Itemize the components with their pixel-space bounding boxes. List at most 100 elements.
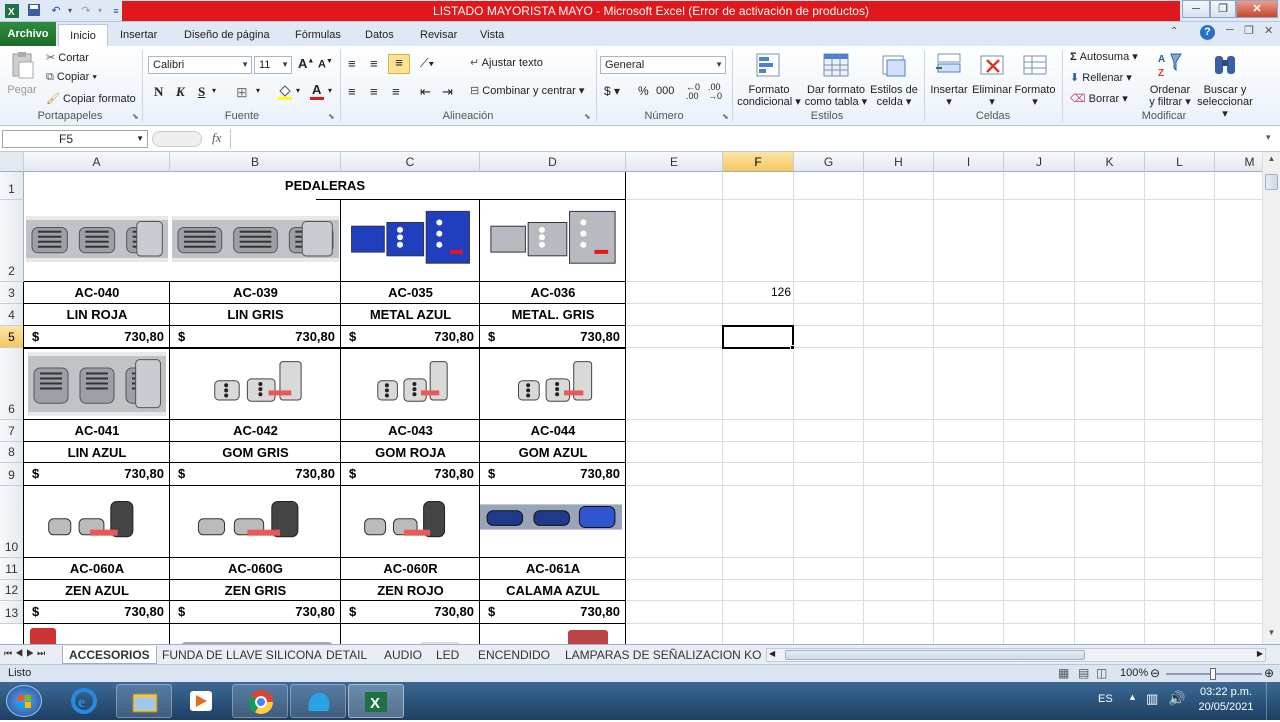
align-top-icon[interactable]: ≡ bbox=[348, 56, 356, 71]
column-header-i[interactable]: I bbox=[934, 152, 1004, 172]
sheet-nav-icons[interactable]: ⏮◀▶⏭ bbox=[4, 648, 48, 659]
bold-button[interactable]: N bbox=[154, 84, 163, 100]
taskbar-ie[interactable]: e bbox=[56, 684, 112, 718]
taskbar-chrome[interactable] bbox=[232, 684, 288, 718]
close-button[interactable]: ✕ bbox=[1236, 0, 1278, 18]
fill-color-dropdown-icon[interactable]: ▾ bbox=[296, 86, 300, 95]
grow-font-button[interactable]: A▲ bbox=[298, 56, 314, 71]
taskbar-media[interactable] bbox=[174, 684, 230, 718]
sheet-tab-detail[interactable]: DETAIL bbox=[320, 646, 373, 664]
help-icon[interactable]: ? bbox=[1200, 25, 1215, 40]
underline-dropdown-icon[interactable]: ▾ bbox=[212, 86, 216, 95]
row-header-8[interactable]: 8 bbox=[0, 442, 24, 463]
clock-time[interactable]: 03:22 p.m. bbox=[1196, 686, 1256, 698]
row-header-9[interactable]: 9 bbox=[0, 463, 24, 486]
selected-cell-f5[interactable] bbox=[722, 325, 794, 349]
align-bottom-icon[interactable]: ≡ bbox=[388, 54, 410, 74]
scroll-left-icon[interactable]: ◀ bbox=[769, 649, 775, 658]
align-right-icon[interactable]: ≡ bbox=[392, 84, 400, 99]
show-desktop-button[interactable] bbox=[1266, 682, 1280, 720]
scroll-right-icon[interactable]: ▶ bbox=[1257, 649, 1263, 658]
scroll-up-icon[interactable]: ▲ bbox=[1265, 154, 1278, 167]
tab-revisar[interactable]: Revisar bbox=[416, 24, 461, 46]
scroll-thumb[interactable] bbox=[1265, 174, 1278, 190]
font-name-combo[interactable]: Calibri ▼ bbox=[148, 56, 252, 74]
taskbar-explorer[interactable] bbox=[116, 684, 172, 718]
network-icon[interactable]: ▥ bbox=[1146, 691, 1158, 707]
merge-center-button[interactable]: ⊟ Combinar y centrar ▾ bbox=[470, 84, 584, 97]
font-color-dropdown-icon[interactable]: ▾ bbox=[328, 86, 332, 95]
paste-button[interactable]: Pegar bbox=[4, 50, 40, 96]
autosum-button[interactable]: Σ Autosuma ▾ bbox=[1070, 50, 1138, 63]
tab-diseno-pagina[interactable]: Diseño de página bbox=[180, 24, 274, 46]
row-header-1[interactable]: 1 bbox=[0, 172, 24, 200]
fill-button[interactable]: ⬇ Rellenar ▾ bbox=[1070, 71, 1132, 84]
format-as-table-button[interactable]: Dar formato como tabla ▾ bbox=[804, 50, 868, 108]
alignment-launcher-icon[interactable]: ⬊ bbox=[584, 112, 591, 121]
increase-indent-icon[interactable]: ⇥ bbox=[442, 84, 453, 100]
align-center-icon[interactable]: ≡ bbox=[370, 84, 378, 99]
decrease-indent-icon[interactable]: ⇤ bbox=[420, 84, 431, 100]
increase-decimal-icon[interactable]: ←0.00 bbox=[686, 83, 700, 101]
column-header-a[interactable]: A bbox=[24, 152, 170, 172]
doc-close-icon[interactable]: ✕ bbox=[1264, 24, 1273, 37]
column-header-b[interactable]: B bbox=[170, 152, 341, 172]
formula-input[interactable] bbox=[230, 129, 1262, 149]
conditional-format-button[interactable]: Formato condicional ▾ bbox=[734, 50, 804, 108]
column-header-j[interactable]: J bbox=[1004, 152, 1075, 172]
row-header-13[interactable]: 13 bbox=[0, 601, 24, 624]
format-painter-button[interactable]: 🖌 Copiar formato bbox=[46, 92, 136, 105]
tab-datos[interactable]: Datos bbox=[361, 24, 398, 46]
underline-button[interactable]: S bbox=[198, 84, 205, 100]
volume-icon[interactable]: 🔊 bbox=[1168, 690, 1185, 707]
horizontal-scrollbar[interactable]: ◀ ▶ bbox=[766, 648, 1266, 662]
maximize-button[interactable]: ❐ bbox=[1210, 0, 1236, 18]
italic-button[interactable]: K bbox=[176, 84, 185, 100]
start-button[interactable] bbox=[6, 685, 42, 717]
doc-restore-icon[interactable]: ❐ bbox=[1244, 24, 1254, 37]
expand-formula-icon[interactable]: ▾ bbox=[1266, 132, 1271, 143]
doc-minimize-icon[interactable]: ─ bbox=[1226, 24, 1234, 36]
cell-f3[interactable]: 126 bbox=[723, 285, 791, 299]
minimize-button[interactable]: ─ bbox=[1182, 0, 1210, 18]
vertical-scrollbar[interactable]: ▲ ▼ bbox=[1262, 152, 1280, 644]
cell-styles-button[interactable]: Estilos de celda ▾ bbox=[868, 50, 920, 108]
sheet-tab-funda[interactable]: FUNDA DE LLAVE SILICONA bbox=[156, 646, 328, 664]
name-box[interactable]: F5 ▼ bbox=[2, 130, 148, 148]
number-format-combo[interactable]: General ▼ bbox=[600, 56, 726, 74]
column-header-f[interactable]: F bbox=[723, 152, 794, 172]
column-header-d[interactable]: D bbox=[480, 152, 626, 172]
row-header-6[interactable]: 6 bbox=[0, 348, 24, 420]
row-header-11[interactable]: 11 bbox=[0, 558, 24, 580]
save-icon[interactable] bbox=[26, 3, 42, 19]
zoom-in-icon[interactable]: ⊕ bbox=[1264, 666, 1274, 680]
taskbar-app-blue[interactable] bbox=[290, 684, 346, 718]
orientation-icon[interactable]: ⟋▾ bbox=[420, 56, 434, 71]
page-layout-icon[interactable]: ▤ bbox=[1078, 666, 1089, 680]
decrease-decimal-icon[interactable]: .00 →0 bbox=[708, 83, 722, 101]
clock-date[interactable]: 20/05/2021 bbox=[1196, 701, 1256, 713]
row-header-12[interactable]: 12 bbox=[0, 580, 24, 601]
clipboard-launcher-icon[interactable]: ⬊ bbox=[132, 112, 139, 121]
row-header-10[interactable]: 10 bbox=[0, 486, 24, 558]
format-cells-button[interactable]: Formato ▾ bbox=[1012, 50, 1058, 108]
font-color-button[interactable]: A bbox=[308, 82, 326, 103]
taskbar-excel[interactable]: X bbox=[348, 684, 404, 718]
tab-vista[interactable]: Vista bbox=[476, 24, 508, 46]
column-header-h[interactable]: H bbox=[864, 152, 934, 172]
borders-dropdown-icon[interactable]: ▾ bbox=[256, 86, 260, 95]
collapse-ribbon-icon[interactable]: ⌃ bbox=[1170, 26, 1178, 37]
insert-function-button[interactable]: fx bbox=[212, 130, 221, 146]
zoom-out-icon[interactable]: ⊖ bbox=[1150, 666, 1160, 680]
tab-insertar[interactable]: Insertar bbox=[116, 24, 161, 46]
fill-color-button[interactable] bbox=[276, 82, 294, 103]
delete-cells-button[interactable]: Eliminar ▾ bbox=[970, 50, 1014, 108]
sheet-tab-led[interactable]: LED bbox=[430, 646, 465, 664]
tab-inicio[interactable]: Inicio bbox=[58, 24, 108, 46]
copy-button[interactable]: ⧉ Copiar ▾ bbox=[46, 71, 97, 84]
font-launcher-icon[interactable]: ⬊ bbox=[328, 112, 335, 121]
borders-icon[interactable]: ⊞ bbox=[236, 84, 248, 101]
sheet-tab-accesorios[interactable]: ACCESORIOS bbox=[62, 646, 157, 664]
tab-formulas[interactable]: Fórmulas bbox=[291, 24, 345, 46]
cut-button[interactable]: ✂ Cortar bbox=[46, 51, 89, 64]
